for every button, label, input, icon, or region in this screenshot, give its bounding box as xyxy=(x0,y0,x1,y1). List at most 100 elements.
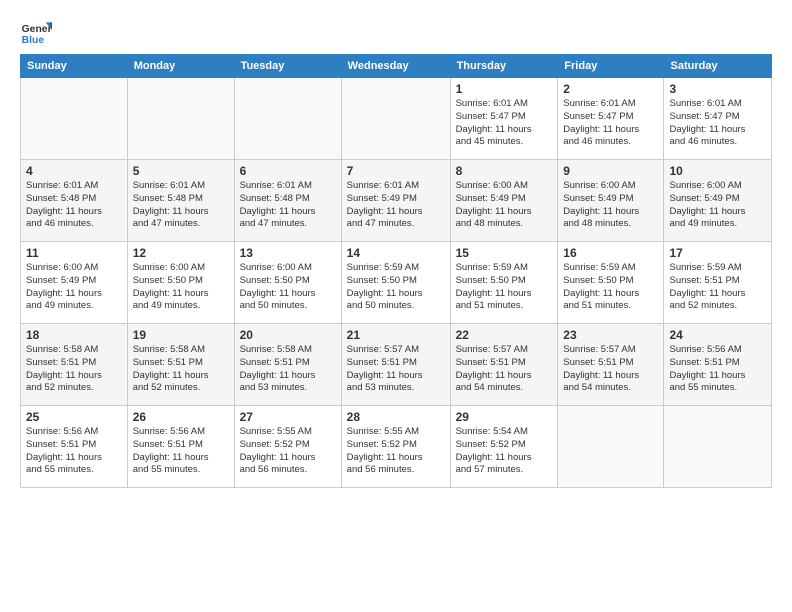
day-info: Sunrise: 6:00 AMSunset: 5:49 PMDaylight:… xyxy=(563,180,658,231)
day-number: 11 xyxy=(26,246,122,260)
day-info: Sunrise: 5:55 AMSunset: 5:52 PMDaylight:… xyxy=(347,426,445,477)
svg-text:Blue: Blue xyxy=(22,35,45,46)
day-info: Sunrise: 5:59 AMSunset: 5:50 PMDaylight:… xyxy=(456,262,553,313)
day-number: 8 xyxy=(456,164,553,178)
day-info: Sunrise: 6:01 AMSunset: 5:47 PMDaylight:… xyxy=(563,98,658,149)
calendar-cell: 24 Sunrise: 5:56 AMSunset: 5:51 PMDayligh… xyxy=(664,324,772,406)
calendar-week-2: 4 Sunrise: 6:01 AMSunset: 5:48 PMDaylight… xyxy=(21,160,772,242)
day-info: Sunrise: 5:59 AMSunset: 5:51 PMDaylight:… xyxy=(669,262,766,313)
day-number: 27 xyxy=(240,410,336,424)
day-number: 20 xyxy=(240,328,336,342)
calendar-cell: 23 Sunrise: 5:57 AMSunset: 5:51 PMDayligh… xyxy=(558,324,664,406)
calendar-cell: 26 Sunrise: 5:56 AMSunset: 5:51 PMDayligh… xyxy=(127,406,234,488)
day-info: Sunrise: 5:57 AMSunset: 5:51 PMDaylight:… xyxy=(563,344,658,395)
calendar-cell: 11 Sunrise: 6:00 AMSunset: 5:49 PMDayligh… xyxy=(21,242,128,324)
day-number: 19 xyxy=(133,328,229,342)
day-info: Sunrise: 6:00 AMSunset: 5:50 PMDaylight:… xyxy=(240,262,336,313)
day-info: Sunrise: 6:01 AMSunset: 5:48 PMDaylight:… xyxy=(26,180,122,231)
calendar-cell: 17 Sunrise: 5:59 AMSunset: 5:51 PMDayligh… xyxy=(664,242,772,324)
calendar-cell: 18 Sunrise: 5:58 AMSunset: 5:51 PMDayligh… xyxy=(21,324,128,406)
calendar-cell xyxy=(127,78,234,160)
day-info: Sunrise: 5:58 AMSunset: 5:51 PMDaylight:… xyxy=(26,344,122,395)
logo-icon: General Blue xyxy=(20,16,52,48)
calendar-cell: 4 Sunrise: 6:01 AMSunset: 5:48 PMDaylight… xyxy=(21,160,128,242)
weekday-header-saturday: Saturday xyxy=(664,55,772,78)
weekday-header-monday: Monday xyxy=(127,55,234,78)
calendar-header-row: SundayMondayTuesdayWednesdayThursdayFrid… xyxy=(21,55,772,78)
day-number: 25 xyxy=(26,410,122,424)
day-info: Sunrise: 5:59 AMSunset: 5:50 PMDaylight:… xyxy=(563,262,658,313)
header: General Blue xyxy=(20,16,772,48)
weekday-header-tuesday: Tuesday xyxy=(234,55,341,78)
calendar-cell: 2 Sunrise: 6:01 AMSunset: 5:47 PMDaylight… xyxy=(558,78,664,160)
day-number: 4 xyxy=(26,164,122,178)
day-number: 24 xyxy=(669,328,766,342)
day-number: 17 xyxy=(669,246,766,260)
calendar-cell: 14 Sunrise: 5:59 AMSunset: 5:50 PMDayligh… xyxy=(341,242,450,324)
day-info: Sunrise: 6:01 AMSunset: 5:47 PMDaylight:… xyxy=(669,98,766,149)
calendar-table: SundayMondayTuesdayWednesdayThursdayFrid… xyxy=(20,54,772,488)
day-number: 5 xyxy=(133,164,229,178)
calendar-cell: 5Sunrise: 6:01 AMSunset: 5:48 PMDaylight… xyxy=(127,160,234,242)
day-number: 22 xyxy=(456,328,553,342)
day-number: 21 xyxy=(347,328,445,342)
calendar-cell: 6 Sunrise: 6:01 AMSunset: 5:48 PMDaylight… xyxy=(234,160,341,242)
day-info: Sunrise: 5:54 AMSunset: 5:52 PMDaylight:… xyxy=(456,426,553,477)
calendar-cell: 27 Sunrise: 5:55 AMSunset: 5:52 PMDayligh… xyxy=(234,406,341,488)
day-number: 14 xyxy=(347,246,445,260)
weekday-header-wednesday: Wednesday xyxy=(341,55,450,78)
calendar-cell: 13 Sunrise: 6:00 AMSunset: 5:50 PMDayligh… xyxy=(234,242,341,324)
calendar-week-3: 11 Sunrise: 6:00 AMSunset: 5:49 PMDayligh… xyxy=(21,242,772,324)
day-number: 15 xyxy=(456,246,553,260)
day-number: 28 xyxy=(347,410,445,424)
calendar-cell xyxy=(21,78,128,160)
calendar-cell xyxy=(558,406,664,488)
calendar-week-4: 18 Sunrise: 5:58 AMSunset: 5:51 PMDayligh… xyxy=(21,324,772,406)
day-info: Sunrise: 5:56 AMSunset: 5:51 PMDaylight:… xyxy=(669,344,766,395)
svg-text:General: General xyxy=(22,24,52,35)
day-info: Sunrise: 6:00 AMSunset: 5:49 PMDaylight:… xyxy=(26,262,122,313)
day-info: Sunrise: 6:00 AMSunset: 5:49 PMDaylight:… xyxy=(669,180,766,231)
calendar-cell: 20 Sunrise: 5:58 AMSunset: 5:51 PMDayligh… xyxy=(234,324,341,406)
calendar-cell: 15 Sunrise: 5:59 AMSunset: 5:50 PMDayligh… xyxy=(450,242,558,324)
day-info: Sunrise: 5:56 AMSunset: 5:51 PMDaylight:… xyxy=(133,426,229,477)
calendar-cell: 1Sunrise: 6:01 AMSunset: 5:47 PMDaylight… xyxy=(450,78,558,160)
day-info: Sunrise: 5:58 AMSunset: 5:51 PMDaylight:… xyxy=(133,344,229,395)
day-info: Sunrise: 6:00 AMSunset: 5:50 PMDaylight:… xyxy=(133,262,229,313)
day-number: 23 xyxy=(563,328,658,342)
weekday-header-friday: Friday xyxy=(558,55,664,78)
calendar-cell: 28 Sunrise: 5:55 AMSunset: 5:52 PMDayligh… xyxy=(341,406,450,488)
day-info: Sunrise: 5:57 AMSunset: 5:51 PMDaylight:… xyxy=(347,344,445,395)
page: General Blue SundayMondayTuesdayWednesda… xyxy=(0,0,792,498)
logo: General Blue xyxy=(20,16,52,48)
calendar-cell: 22 Sunrise: 5:57 AMSunset: 5:51 PMDayligh… xyxy=(450,324,558,406)
day-number: 6 xyxy=(240,164,336,178)
calendar-week-1: 1 Sunrise: 6:01 AMSunset: 5:47 PMDaylight… xyxy=(21,78,772,160)
calendar-cell: 21 Sunrise: 5:57 AMSunset: 5:51 PMDayligh… xyxy=(341,324,450,406)
calendar-cell: 3Sunrise: 6:01 AMSunset: 5:47 PMDaylight… xyxy=(664,78,772,160)
day-number: 12 xyxy=(133,246,229,260)
calendar-week-5: 25 Sunrise: 5:56 AMSunset: 5:51 PMDayligh… xyxy=(21,406,772,488)
day-number: 2 xyxy=(563,82,658,96)
day-number: 13 xyxy=(240,246,336,260)
day-info: Sunrise: 6:01 AMSunset: 5:48 PMDaylight:… xyxy=(240,180,336,231)
day-info: Sunrise: 5:58 AMSunset: 5:51 PMDaylight:… xyxy=(240,344,336,395)
calendar-cell: 12 Sunrise: 6:00 AMSunset: 5:50 PMDayligh… xyxy=(127,242,234,324)
day-number: 10 xyxy=(669,164,766,178)
calendar-cell xyxy=(664,406,772,488)
calendar-cell: 7Sunrise: 6:01 AMSunset: 5:49 PMDaylight… xyxy=(341,160,450,242)
day-info: Sunrise: 5:55 AMSunset: 5:52 PMDaylight:… xyxy=(240,426,336,477)
calendar-cell: 9 Sunrise: 6:00 AMSunset: 5:49 PMDaylight… xyxy=(558,160,664,242)
day-info: Sunrise: 5:59 AMSunset: 5:50 PMDaylight:… xyxy=(347,262,445,313)
calendar-cell: 8 Sunrise: 6:00 AMSunset: 5:49 PMDaylight… xyxy=(450,160,558,242)
calendar-cell: 10 Sunrise: 6:00 AMSunset: 5:49 PMDayligh… xyxy=(664,160,772,242)
day-number: 9 xyxy=(563,164,658,178)
day-number: 26 xyxy=(133,410,229,424)
calendar-cell: 29Sunrise: 5:54 AMSunset: 5:52 PMDayligh… xyxy=(450,406,558,488)
day-info: Sunrise: 6:00 AMSunset: 5:49 PMDaylight:… xyxy=(456,180,553,231)
day-info: Sunrise: 5:57 AMSunset: 5:51 PMDaylight:… xyxy=(456,344,553,395)
day-number: 18 xyxy=(26,328,122,342)
calendar-cell xyxy=(234,78,341,160)
day-number: 16 xyxy=(563,246,658,260)
day-number: 1 xyxy=(456,82,553,96)
